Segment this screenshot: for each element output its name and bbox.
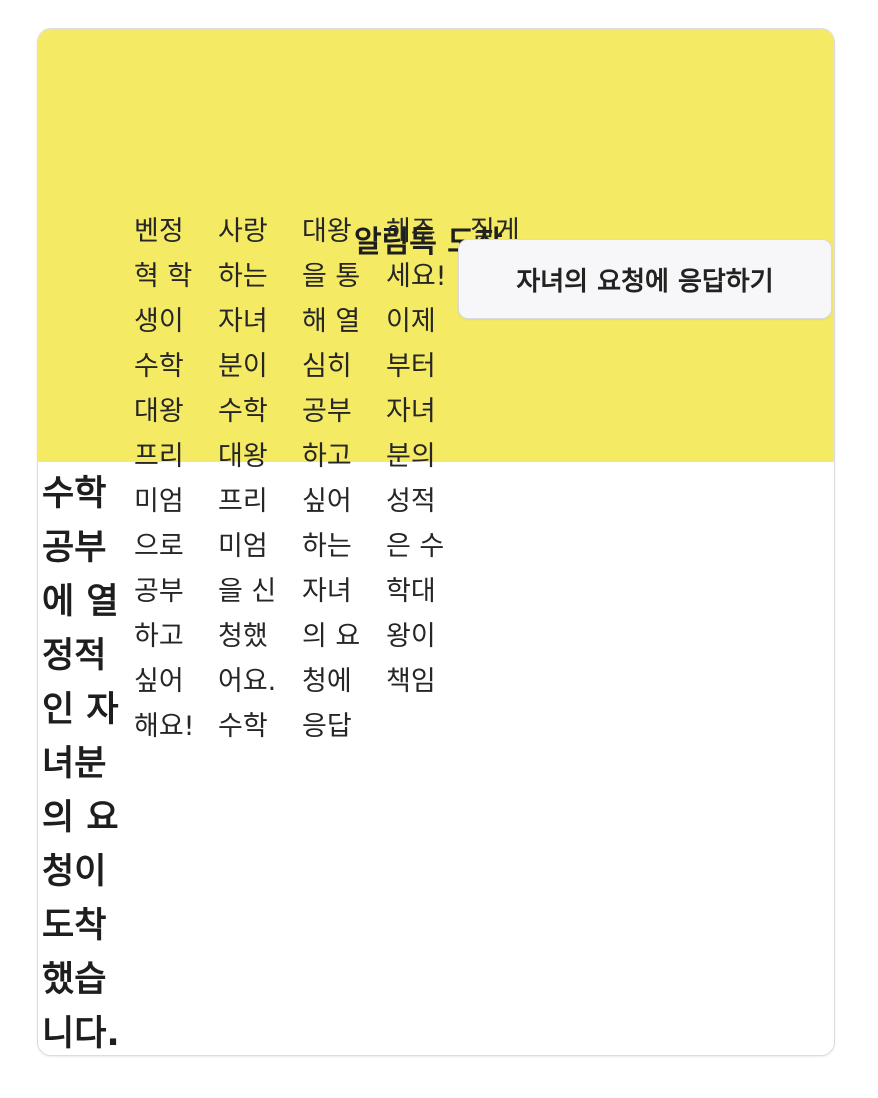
body-paragraph-3: 수학대왕을 통해 열심히 공부하고 싶어하는 자녀의 요청에 응답해주세요! <box>218 216 447 742</box>
notification-card: 알림톡 도착 벤정혁 학생이 수학대왕 프리미엄으로 공부하고 싶어해요! 사랑… <box>37 28 835 1056</box>
body-paragraph-1: 벤정혁 학생이 수학대왕 프리미엄으로 공부하고 싶어해요! <box>134 216 195 742</box>
notification-body: 벤정혁 학생이 수학대왕 프리미엄으로 공부하고 싶어해요! 사랑하는 자녀분이… <box>134 209 528 749</box>
notification-heading: 수학 공부에 열정적인 자녀분의 요청이 도착했습니다. <box>42 474 120 1054</box>
respond-to-request-button[interactable]: 자녀의 요청에 응답하기 <box>458 239 832 319</box>
body-paragraph-2: 사랑하는 자녀분이 수학대왕 프리미엄을 신청했어요. <box>218 216 277 697</box>
